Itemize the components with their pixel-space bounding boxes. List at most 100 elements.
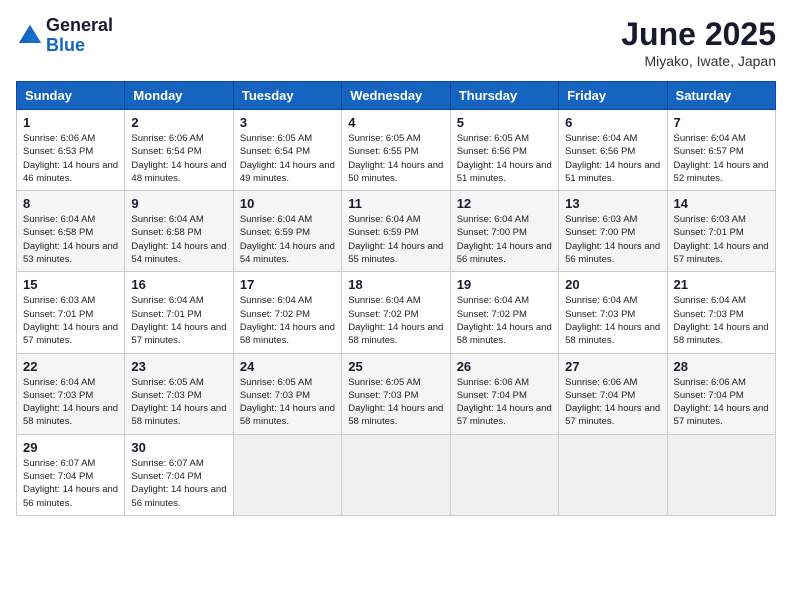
calendar-cell: 1 Sunrise: 6:06 AMSunset: 6:53 PMDaylight… [17, 110, 125, 191]
weekday-header-row: SundayMondayTuesdayWednesdayThursdayFrid… [17, 82, 776, 110]
day-number: 9 [131, 196, 226, 211]
calendar-week-3: 15 Sunrise: 6:03 AMSunset: 7:01 PMDayligh… [17, 272, 776, 353]
calendar-week-5: 29 Sunrise: 6:07 AMSunset: 7:04 PMDayligh… [17, 434, 776, 515]
day-number: 15 [23, 277, 118, 292]
calendar-cell: 30Sunrise: 6:07 AMSunset: 7:04 PMDayligh… [125, 434, 233, 515]
calendar-cell: 16 Sunrise: 6:04 AMSunset: 7:01 PMDayligh… [125, 272, 233, 353]
day-number: 3 [240, 115, 335, 130]
day-info: Sunrise: 6:04 AMSunset: 7:03 PMDaylight:… [565, 294, 660, 347]
calendar-cell: 6 Sunrise: 6:04 AMSunset: 6:56 PMDaylight… [559, 110, 667, 191]
calendar-cell: 27 Sunrise: 6:06 AMSunset: 7:04 PMDayligh… [559, 353, 667, 434]
day-info: Sunrise: 6:04 AMSunset: 7:01 PMDaylight:… [131, 294, 226, 347]
day-info: Sunrise: 6:04 AMSunset: 6:59 PMDaylight:… [348, 213, 443, 266]
day-number: 17 [240, 277, 335, 292]
logo: General Blue [16, 16, 113, 56]
calendar-cell: 29 Sunrise: 6:07 AMSunset: 7:04 PMDayligh… [17, 434, 125, 515]
day-number: 24 [240, 359, 335, 374]
day-number: 23 [131, 359, 226, 374]
calendar-cell: 2Sunrise: 6:06 AMSunset: 6:54 PMDaylight… [125, 110, 233, 191]
calendar-week-4: 22 Sunrise: 6:04 AMSunset: 7:03 PMDayligh… [17, 353, 776, 434]
day-number: 8 [23, 196, 118, 211]
calendar-cell: 26 Sunrise: 6:06 AMSunset: 7:04 PMDayligh… [450, 353, 558, 434]
day-info: Sunrise: 6:04 AMSunset: 6:57 PMDaylight:… [674, 132, 769, 185]
calendar-cell: 22 Sunrise: 6:04 AMSunset: 7:03 PMDayligh… [17, 353, 125, 434]
day-number: 29 [23, 440, 118, 455]
day-number: 26 [457, 359, 552, 374]
logo-icon [16, 22, 44, 50]
calendar-cell: 13 Sunrise: 6:03 AMSunset: 7:00 PMDayligh… [559, 191, 667, 272]
day-info: Sunrise: 6:04 AMSunset: 7:03 PMDaylight:… [23, 376, 118, 429]
weekday-header-tuesday: Tuesday [233, 82, 341, 110]
day-info: Sunrise: 6:04 AMSunset: 7:02 PMDaylight:… [240, 294, 335, 347]
month-title: June 2025 [621, 16, 776, 53]
weekday-header-monday: Monday [125, 82, 233, 110]
day-number: 7 [674, 115, 769, 130]
day-number: 1 [23, 115, 118, 130]
calendar-cell: 3 Sunrise: 6:05 AMSunset: 6:54 PMDaylight… [233, 110, 341, 191]
day-info: Sunrise: 6:03 AMSunset: 7:01 PMDaylight:… [674, 213, 769, 266]
calendar-cell [342, 434, 450, 515]
calendar-cell: 24 Sunrise: 6:05 AMSunset: 7:03 PMDayligh… [233, 353, 341, 434]
day-info: Sunrise: 6:04 AMSunset: 6:58 PMDaylight:… [23, 213, 118, 266]
weekday-header-wednesday: Wednesday [342, 82, 450, 110]
day-info: Sunrise: 6:03 AMSunset: 7:00 PMDaylight:… [565, 213, 660, 266]
title-block: June 2025 Miyako, Iwate, Japan [621, 16, 776, 69]
weekday-header-sunday: Sunday [17, 82, 125, 110]
logo-text: General Blue [46, 16, 113, 56]
calendar-cell: 10Sunrise: 6:04 AMSunset: 6:59 PMDayligh… [233, 191, 341, 272]
day-number: 16 [131, 277, 226, 292]
calendar-cell [667, 434, 775, 515]
day-info: Sunrise: 6:05 AMSunset: 7:03 PMDaylight:… [348, 376, 443, 429]
day-number: 18 [348, 277, 443, 292]
day-info: Sunrise: 6:04 AMSunset: 7:03 PMDaylight:… [674, 294, 769, 347]
day-number: 27 [565, 359, 660, 374]
day-info: Sunrise: 6:04 AMSunset: 6:58 PMDaylight:… [131, 213, 226, 266]
day-number: 19 [457, 277, 552, 292]
day-number: 20 [565, 277, 660, 292]
calendar-cell [233, 434, 341, 515]
day-number: 4 [348, 115, 443, 130]
day-info: Sunrise: 6:04 AMSunset: 7:02 PMDaylight:… [457, 294, 552, 347]
day-info: Sunrise: 6:04 AMSunset: 6:59 PMDaylight:… [240, 213, 335, 266]
calendar-cell: 19 Sunrise: 6:04 AMSunset: 7:02 PMDayligh… [450, 272, 558, 353]
calendar-cell: 21Sunrise: 6:04 AMSunset: 7:03 PMDayligh… [667, 272, 775, 353]
calendar-cell [450, 434, 558, 515]
calendar-cell: 7 Sunrise: 6:04 AMSunset: 6:57 PMDaylight… [667, 110, 775, 191]
calendar-cell: 12 Sunrise: 6:04 AMSunset: 7:00 PMDayligh… [450, 191, 558, 272]
day-info: Sunrise: 6:05 AMSunset: 7:03 PMDaylight:… [131, 376, 226, 429]
location: Miyako, Iwate, Japan [621, 53, 776, 69]
day-info: Sunrise: 6:06 AMSunset: 6:53 PMDaylight:… [23, 132, 118, 185]
calendar-cell: 14Sunrise: 6:03 AMSunset: 7:01 PMDayligh… [667, 191, 775, 272]
day-info: Sunrise: 6:06 AMSunset: 7:04 PMDaylight:… [457, 376, 552, 429]
day-number: 11 [348, 196, 443, 211]
day-number: 28 [674, 359, 769, 374]
day-info: Sunrise: 6:05 AMSunset: 6:55 PMDaylight:… [348, 132, 443, 185]
day-info: Sunrise: 6:05 AMSunset: 6:54 PMDaylight:… [240, 132, 335, 185]
weekday-header-saturday: Saturday [667, 82, 775, 110]
calendar-cell: 23 Sunrise: 6:05 AMSunset: 7:03 PMDayligh… [125, 353, 233, 434]
day-info: Sunrise: 6:04 AMSunset: 6:56 PMDaylight:… [565, 132, 660, 185]
day-number: 6 [565, 115, 660, 130]
day-info: Sunrise: 6:04 AMSunset: 7:00 PMDaylight:… [457, 213, 552, 266]
calendar-cell: 20 Sunrise: 6:04 AMSunset: 7:03 PMDayligh… [559, 272, 667, 353]
calendar-table: SundayMondayTuesdayWednesdayThursdayFrid… [16, 81, 776, 516]
logo-general: General [46, 16, 113, 36]
day-info: Sunrise: 6:07 AMSunset: 7:04 PMDaylight:… [23, 457, 118, 510]
calendar-cell: 17 Sunrise: 6:04 AMSunset: 7:02 PMDayligh… [233, 272, 341, 353]
day-info: Sunrise: 6:05 AMSunset: 6:56 PMDaylight:… [457, 132, 552, 185]
day-info: Sunrise: 6:06 AMSunset: 7:04 PMDaylight:… [674, 376, 769, 429]
day-info: Sunrise: 6:03 AMSunset: 7:01 PMDaylight:… [23, 294, 118, 347]
day-number: 22 [23, 359, 118, 374]
day-number: 13 [565, 196, 660, 211]
day-number: 12 [457, 196, 552, 211]
day-info: Sunrise: 6:06 AMSunset: 7:04 PMDaylight:… [565, 376, 660, 429]
calendar-cell: 5 Sunrise: 6:05 AMSunset: 6:56 PMDaylight… [450, 110, 558, 191]
day-number: 25 [348, 359, 443, 374]
day-number: 5 [457, 115, 552, 130]
calendar-cell: 11 Sunrise: 6:04 AMSunset: 6:59 PMDayligh… [342, 191, 450, 272]
day-number: 2 [131, 115, 226, 130]
page-header: General Blue June 2025 Miyako, Iwate, Ja… [16, 16, 776, 69]
day-info: Sunrise: 6:05 AMSunset: 7:03 PMDaylight:… [240, 376, 335, 429]
calendar-cell: 4 Sunrise: 6:05 AMSunset: 6:55 PMDaylight… [342, 110, 450, 191]
calendar-week-1: 1 Sunrise: 6:06 AMSunset: 6:53 PMDaylight… [17, 110, 776, 191]
